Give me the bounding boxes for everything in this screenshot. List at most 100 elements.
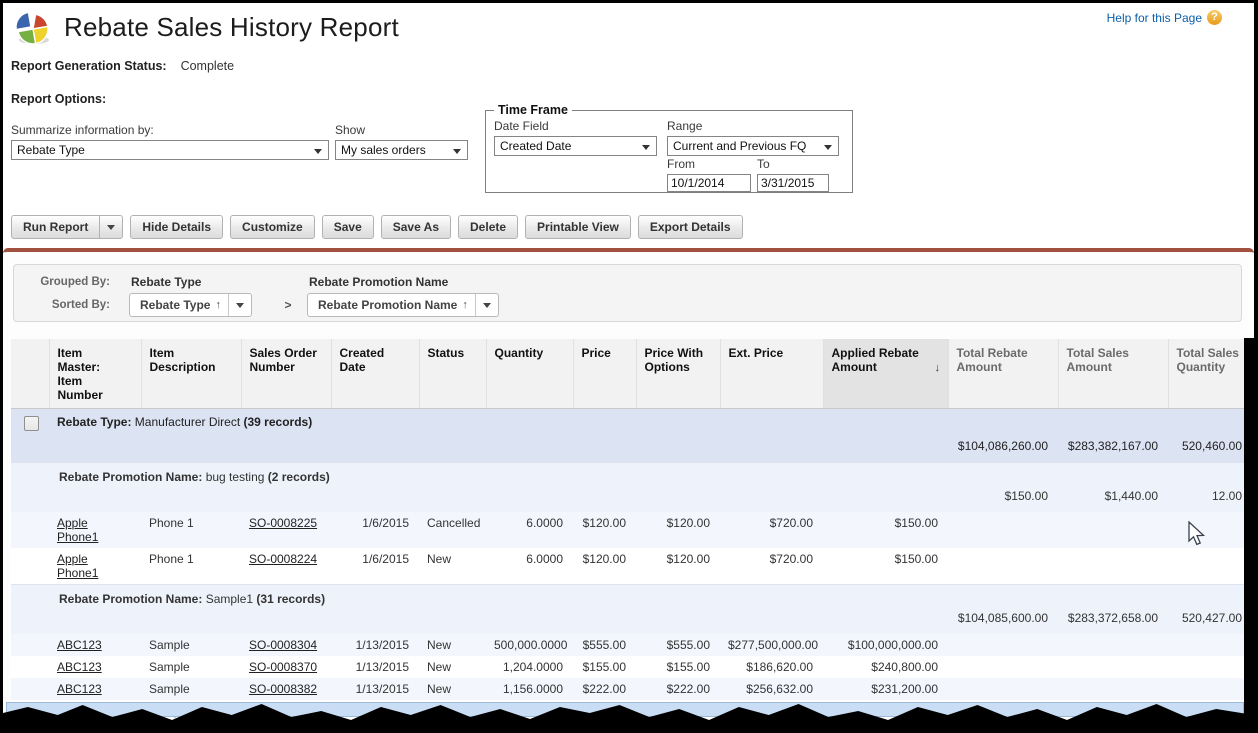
table-row: ABC123SampleSO-00083041/13/2015New500,00… [11, 634, 1252, 656]
from-date-input[interactable] [667, 174, 751, 192]
run-report-button[interactable]: Run Report [11, 215, 123, 239]
table-cell: $120.00 [573, 512, 636, 548]
save-as-button[interactable]: Save As [381, 215, 451, 239]
table-cell: $720.00 [720, 512, 823, 548]
button-label: Hide Details [131, 220, 222, 234]
group-totals-row: $150.00$1,440.0012.00 [11, 486, 1252, 512]
table-cell: New [419, 634, 486, 656]
table-cell: SO-0008382 [241, 678, 331, 700]
table-cell: $555.00 [636, 634, 720, 656]
chevron-down-icon [824, 145, 832, 150]
column-header-applied-rebate-amount[interactable]: Applied Rebate Amount ↓ [823, 339, 948, 409]
button-label: Save [323, 220, 373, 234]
button-label: Customize [231, 220, 314, 234]
column-header-total-sales-amount[interactable]: Total Sales Amount [1058, 339, 1168, 409]
total-value: $283,372,658.00 [1058, 608, 1168, 634]
column-header-checkbox[interactable] [11, 339, 49, 409]
column-header-label: Total Sales Amount [1067, 346, 1141, 374]
table-row: ABC123SampleSO-00083701/13/2015New1,204.… [11, 656, 1252, 678]
table-row: Apple Phone1Phone 1SO-00082241/6/2015New… [11, 548, 1252, 585]
column-header-price-with-options[interactable]: Price With Options [636, 339, 720, 409]
summarize-field: Summarize information by: Rebate Type [11, 123, 329, 160]
row-checkbox-cell [11, 656, 49, 678]
item-number-link[interactable]: ABC123 [57, 638, 102, 652]
date-field-select[interactable]: Created Date [494, 136, 657, 156]
show-select[interactable]: My sales orders [335, 140, 468, 160]
sales-order-link[interactable]: SO-0008224 [249, 552, 317, 566]
help-for-this-page-link[interactable]: Help for this Page [1107, 11, 1202, 25]
report-pie-icon [13, 9, 53, 46]
run-report-dropdown[interactable] [99, 216, 122, 238]
chevron-down-icon [453, 149, 461, 154]
table-cell: New [419, 678, 486, 700]
range-select[interactable]: Current and Previous FQ [667, 136, 839, 156]
column-header-quantity[interactable]: Quantity [486, 339, 573, 409]
table-cell: 6.0000 [486, 548, 573, 585]
row-checkbox-cell [11, 548, 49, 585]
table-cell: 1,204.0000 [486, 656, 573, 678]
row-checkbox-cell [11, 512, 49, 548]
sort-button-label: Rebate Type [130, 298, 215, 312]
button-label: Printable View [526, 220, 630, 234]
export-details-button[interactable]: Export Details [638, 215, 743, 239]
table-cell: $120.00 [636, 548, 720, 585]
column-header-item-master-item-number[interactable]: Item Master: Item Number [49, 339, 141, 409]
to-date-input[interactable] [757, 174, 829, 192]
table-cell: 1,156.0000 [486, 678, 573, 700]
table-cell: $256,632.00 [720, 678, 823, 700]
table-cell: $100,000,000.00 [823, 634, 948, 656]
date-field-selected-value: Created Date [500, 139, 571, 153]
help-icon[interactable]: ? [1207, 10, 1222, 25]
item-number-link[interactable]: ABC123 [57, 682, 102, 696]
column-header-created-date[interactable]: Created Date [331, 339, 419, 409]
column-header-item-description[interactable]: Item Description [141, 339, 241, 409]
table-cell-empty [1058, 656, 1168, 678]
table-cell: Phone 1 [141, 548, 241, 585]
item-number-link[interactable]: Apple Phone1 [57, 552, 111, 580]
table-cell: Apple Phone1 [49, 512, 141, 548]
sales-order-link[interactable]: SO-0008382 [249, 682, 317, 696]
sort-dropdown[interactable] [228, 294, 251, 316]
sales-order-link[interactable]: SO-0008225 [249, 516, 317, 530]
group-totals-row: $104,086,260.00$283,382,167.00520,460.00 [11, 436, 1252, 463]
delete-button[interactable]: Delete [458, 215, 518, 239]
total-value: $150.00 [948, 486, 1058, 512]
table-cell: Sample [141, 678, 241, 700]
status-label: Report Generation Status: [11, 59, 167, 73]
chevron-down-icon [483, 303, 491, 308]
column-header-total-rebate-amount[interactable]: Total Rebate Amount [948, 339, 1058, 409]
table-cell-empty [948, 678, 1058, 700]
table-cell-empty [1168, 656, 1252, 678]
table-cell: $240,800.00 [823, 656, 948, 678]
table-cell: New [419, 548, 486, 585]
column-header-total-sales-quantity[interactable]: Total Sales Quantity [1168, 339, 1252, 409]
sort-dropdown[interactable] [475, 294, 498, 316]
printable-view-button[interactable]: Printable View [525, 215, 631, 239]
totals-spacer [11, 608, 948, 634]
column-header-sales-order-number[interactable]: Sales Order Number [241, 339, 331, 409]
table-cell-empty [1058, 634, 1168, 656]
column-header-status[interactable]: Status [419, 339, 486, 409]
item-number-link[interactable]: Apple Phone1 [57, 516, 111, 544]
save-button[interactable]: Save [322, 215, 374, 239]
table-cell: 1/13/2015 [331, 656, 419, 678]
group-select-checkbox[interactable] [24, 416, 39, 431]
table-cell: ABC123 [49, 634, 141, 656]
to-field: To [757, 157, 829, 192]
time-frame-legend: Time Frame [494, 103, 572, 117]
group-field-label: Rebate Type: [57, 415, 135, 429]
hide-details-button[interactable]: Hide Details [130, 215, 223, 239]
sort-button-rebate-type[interactable]: Rebate Type↑ [129, 293, 252, 317]
table-row: Apple Phone1Phone 1SO-00082251/6/2015Can… [11, 512, 1252, 548]
column-header-price[interactable]: Price [573, 339, 636, 409]
group-field-value: bug testing [206, 470, 268, 484]
item-number-link[interactable]: ABC123 [57, 660, 102, 674]
customize-button[interactable]: Customize [230, 215, 315, 239]
summarize-select[interactable]: Rebate Type [11, 140, 329, 160]
table-cell-empty [1168, 678, 1252, 700]
sort-button-rebate-promotion-name[interactable]: Rebate Promotion Name↑ [307, 293, 499, 317]
report-toolbar: Run Report Hide Details Customize Save Save … [11, 215, 743, 239]
column-header-ext-price[interactable]: Ext. Price [720, 339, 823, 409]
sales-order-link[interactable]: SO-0008304 [249, 638, 317, 652]
sales-order-link[interactable]: SO-0008370 [249, 660, 317, 674]
